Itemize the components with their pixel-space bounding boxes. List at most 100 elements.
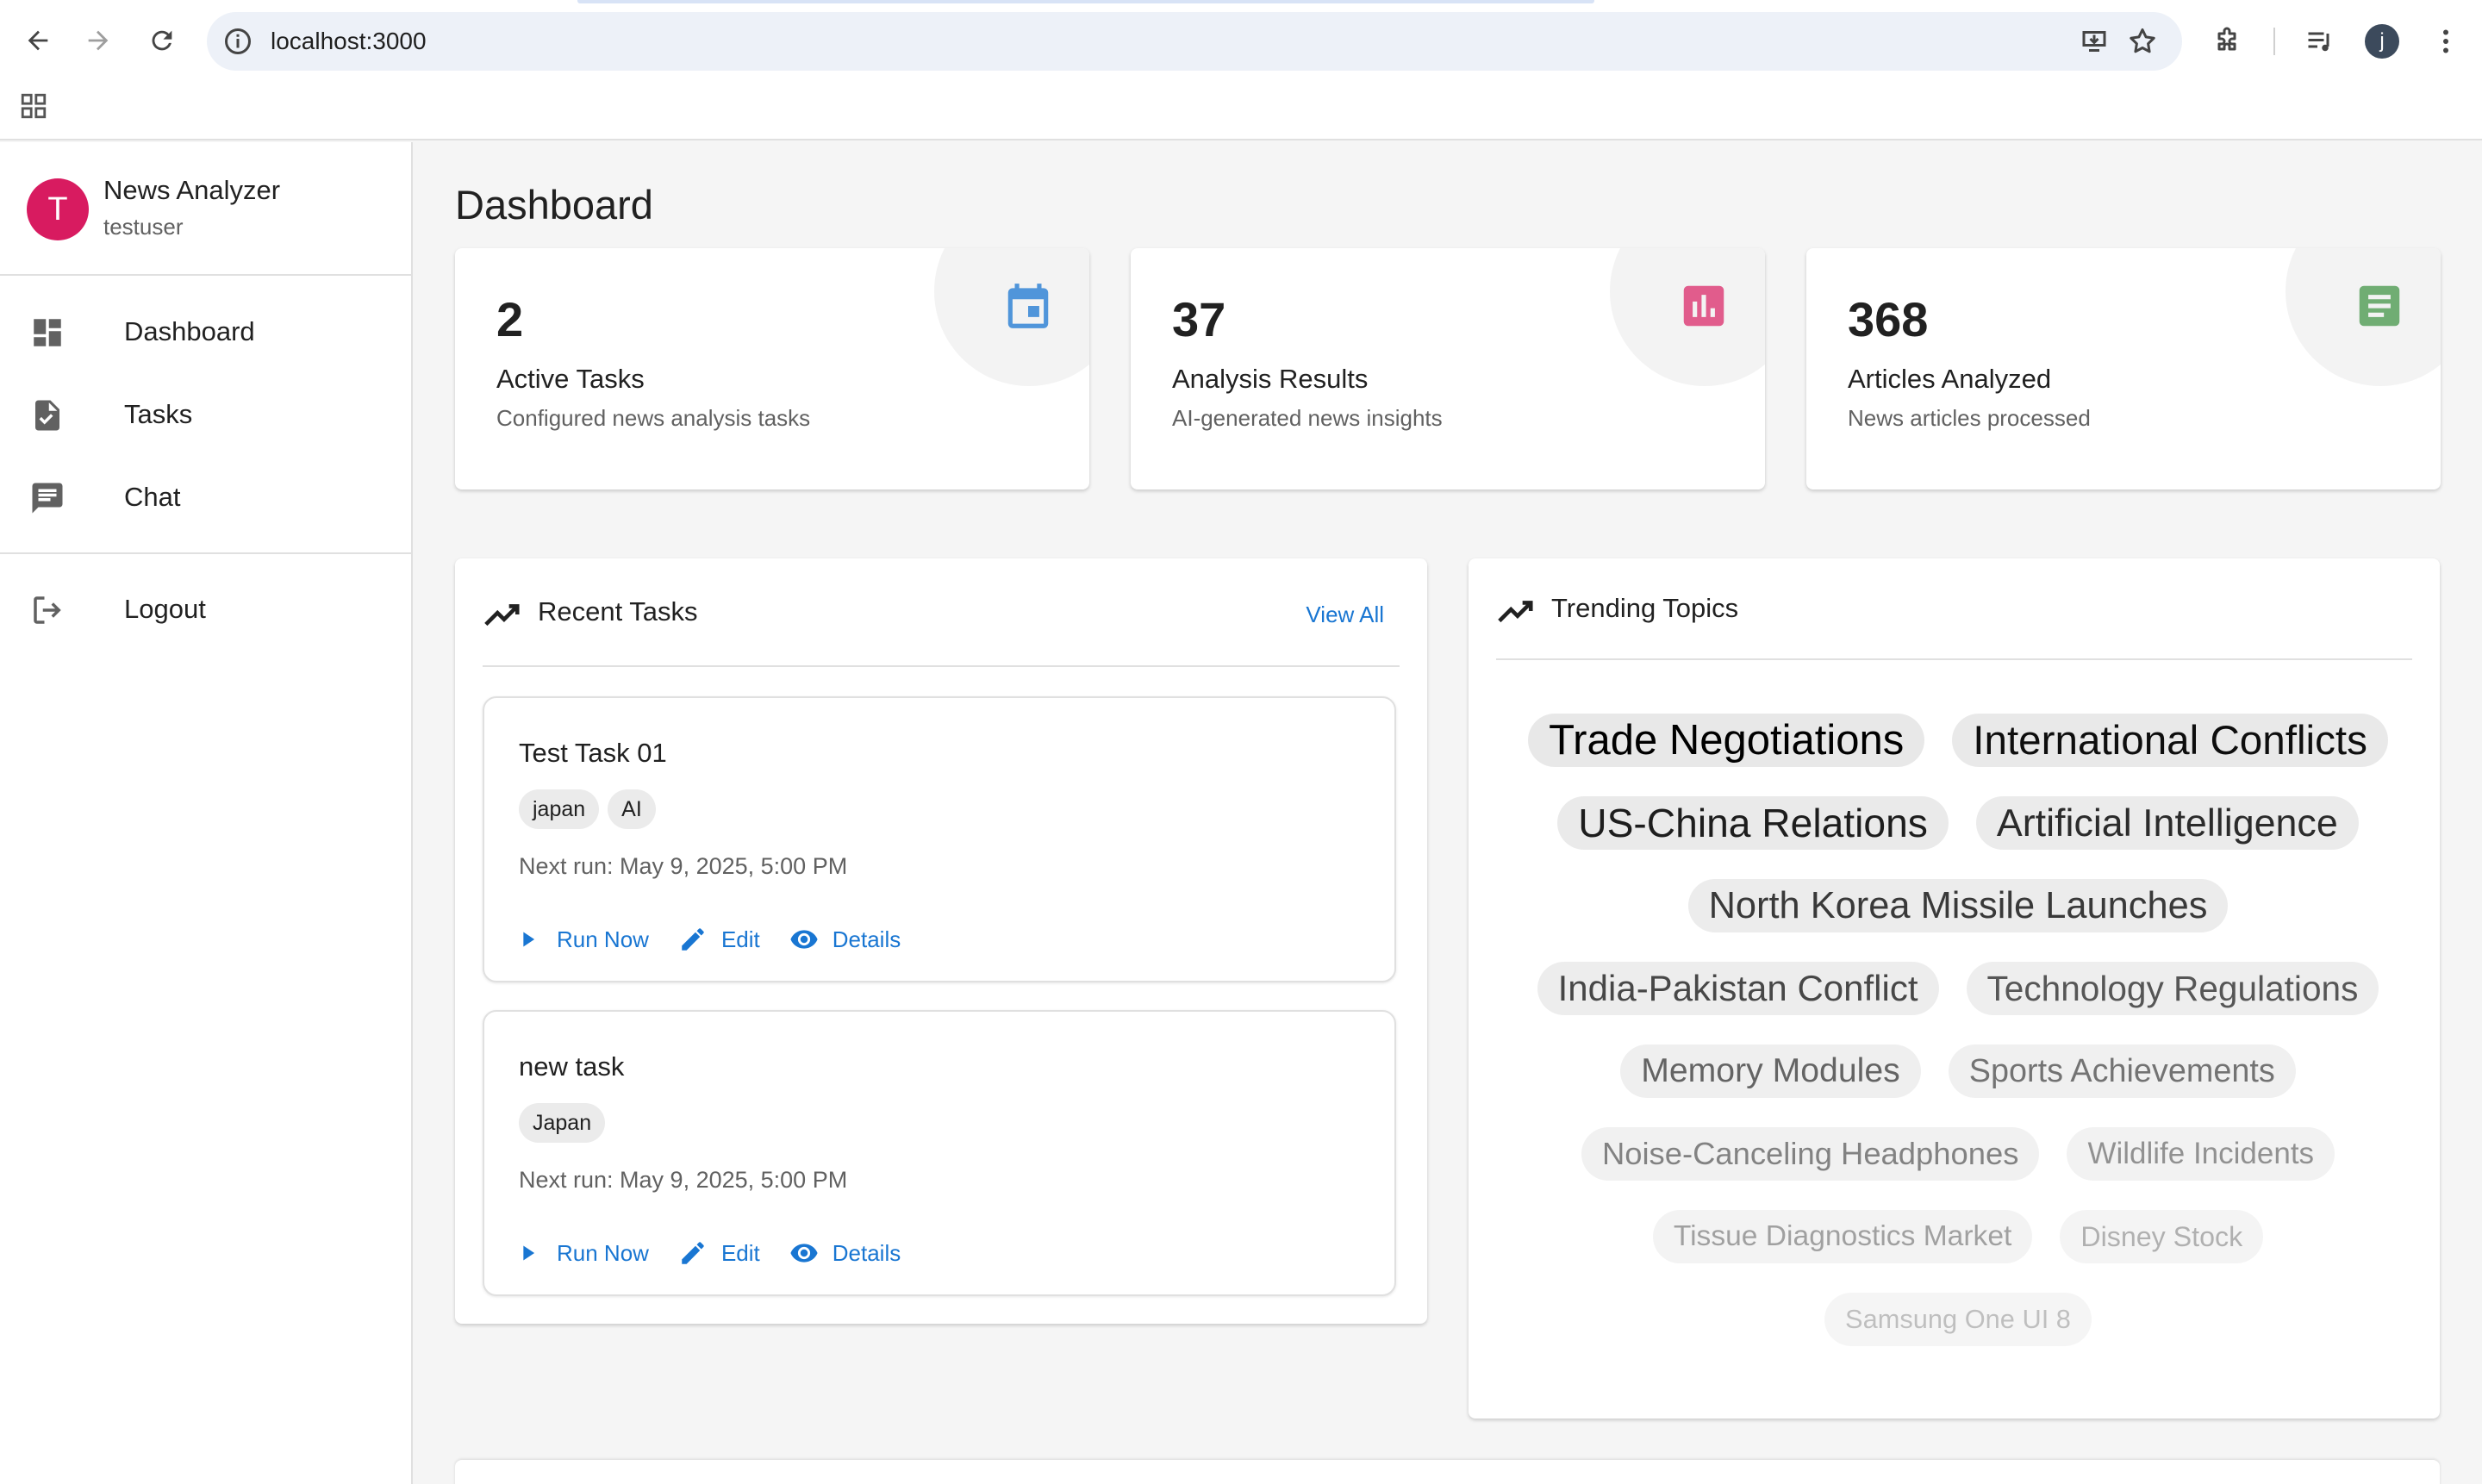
bookmark-star-icon[interactable]: [2127, 26, 2158, 57]
sidebar-item-label: Dashboard: [124, 316, 255, 346]
eye-icon: [790, 1244, 818, 1263]
site-info-icon[interactable]: [222, 26, 253, 57]
apps-grid-icon[interactable]: [19, 91, 48, 121]
app-name: News Analyzer: [103, 175, 281, 205]
bottom-panel: [455, 1460, 2440, 1484]
task-card: new task Japan Next run: May 9, 2025, 5:…: [483, 1010, 1396, 1296]
task-tags: japan AI: [519, 789, 656, 829]
topic-chip[interactable]: Sports Achievements: [1948, 1044, 2296, 1098]
toolbar-divider: [2273, 28, 2275, 55]
topic-chip[interactable]: Wildlife Incidents: [2067, 1127, 2335, 1181]
topic-cloud: Trade Negotiations International Conflict…: [1510, 714, 2406, 1346]
bar-chart-icon: [1683, 285, 1724, 327]
task-actions: Run Now Edit Details: [503, 1234, 920, 1272]
task-icon: [35, 400, 59, 431]
back-button[interactable]: [14, 16, 62, 65]
panel-divider: [1496, 658, 2412, 660]
details-label: Details: [832, 1239, 901, 1266]
calendar-icon: [1007, 284, 1049, 328]
active-tab-indicator: [577, 0, 1594, 3]
reload-button[interactable]: [138, 16, 186, 65]
run-now-label: Run Now: [557, 1239, 649, 1266]
arrow-back-icon: [28, 30, 48, 51]
details-button[interactable]: Details: [779, 920, 914, 958]
username: testuser: [103, 214, 184, 240]
topic-chip[interactable]: Artificial Intelligence: [1975, 796, 2359, 850]
tag-chip: japan: [519, 789, 600, 829]
topic-chip[interactable]: North Korea Missile Launches: [1687, 879, 2229, 932]
next-run-text: Next run: May 9, 2025, 5:00 PM: [519, 853, 848, 879]
install-app-icon[interactable]: [2079, 26, 2110, 57]
run-now-button[interactable]: Run Now: [503, 1234, 663, 1272]
stat-card-active-tasks: 2 Active Tasks Configured news analysis …: [455, 248, 1089, 489]
sidebar-item-label: Tasks: [124, 399, 193, 429]
page-title: Dashboard: [455, 182, 653, 228]
stat-label: Articles Analyzed: [1848, 364, 2052, 394]
stat-description: AI-generated news insights: [1172, 405, 1443, 431]
pencil-icon: [682, 1242, 704, 1264]
edit-button[interactable]: Edit: [668, 1234, 774, 1272]
stat-value: 2: [496, 292, 524, 346]
sidebar-item-label: Logout: [124, 594, 206, 624]
sidebar-item-tasks[interactable]: Tasks: [0, 373, 411, 456]
play-icon: [523, 932, 535, 947]
edit-label: Edit: [720, 926, 760, 952]
details-label: Details: [832, 926, 901, 952]
task-tags: Japan: [519, 1103, 606, 1143]
play-icon: [523, 1245, 535, 1261]
topic-chip[interactable]: Memory Modules: [1620, 1044, 1921, 1098]
reload-icon: [152, 30, 172, 51]
article-icon: [2359, 285, 2400, 327]
forward-button[interactable]: [74, 16, 122, 65]
brand-header: T News Analyzer testuser: [0, 142, 411, 276]
edit-button[interactable]: Edit: [668, 920, 774, 958]
eye-icon: [790, 930, 818, 949]
topic-chip[interactable]: India-Pakistan Conflict: [1537, 962, 1939, 1015]
dashboard-icon: [34, 319, 61, 346]
url-text[interactable]: localhost:3000: [271, 28, 427, 55]
run-now-label: Run Now: [557, 926, 649, 952]
view-all-link[interactable]: View All: [1306, 602, 1384, 628]
trending-up-icon: [1498, 601, 1533, 623]
topic-chip[interactable]: Trade Negotiations: [1528, 714, 1925, 767]
task-name: Test Task 01: [519, 738, 667, 768]
trending-topics-panel: Trending Topics Trade Negotiations Intern…: [1469, 558, 2440, 1419]
stat-card-analysis-results: 37 Analysis Results AI-generated news in…: [1131, 248, 1765, 489]
task-name: new task: [519, 1051, 625, 1082]
stat-label: Analysis Results: [1172, 364, 1369, 394]
run-now-button[interactable]: Run Now: [503, 920, 663, 958]
browser-toolbar: localhost:3000 j: [0, 0, 2482, 140]
task-card: Test Task 01 japan AI Next run: May 9, 2…: [483, 696, 1396, 982]
logout-icon: [34, 596, 61, 624]
tag-chip: Japan: [519, 1103, 606, 1143]
topic-chip[interactable]: Tissue Diagnostics Market: [1652, 1210, 2033, 1263]
panel-divider: [483, 665, 1400, 667]
chat-icon: [32, 483, 63, 514]
sidebar-item-dashboard[interactable]: Dashboard: [0, 290, 411, 373]
stat-value: 37: [1172, 292, 1226, 346]
panel-title: Recent Tasks: [538, 596, 698, 627]
sidebar-item-label: Chat: [124, 482, 181, 512]
extensions-icon[interactable]: [2211, 26, 2242, 57]
topic-chip[interactable]: Noise-Canceling Headphones: [1581, 1127, 2040, 1181]
panel-title: Trending Topics: [1551, 593, 1739, 623]
media-controls-icon[interactable]: [2304, 26, 2335, 57]
topic-chip[interactable]: Technology Regulations: [1966, 962, 2379, 1015]
sidebar-item-chat[interactable]: Chat: [0, 456, 411, 539]
address-bar[interactable]: localhost:3000: [207, 12, 2182, 71]
sidebar: T News Analyzer testuser Dashboard Tasks…: [0, 142, 413, 1484]
topic-chip[interactable]: Samsung One UI 8: [1824, 1293, 2092, 1346]
recent-tasks-panel: Recent Tasks View All Test Task 01 japan…: [455, 558, 1427, 1324]
profile-avatar[interactable]: j: [2365, 24, 2399, 59]
topic-chip[interactable]: Disney Stock: [2060, 1210, 2264, 1263]
stat-description: News articles processed: [1848, 405, 2091, 431]
task-actions: Run Now Edit Details: [503, 920, 920, 958]
topic-chip[interactable]: US-China Relations: [1557, 796, 1949, 850]
next-run-text: Next run: May 9, 2025, 5:00 PM: [519, 1167, 848, 1193]
stat-card-articles-analyzed: 368 Articles Analyzed News articles proc…: [1806, 248, 2441, 489]
details-button[interactable]: Details: [779, 1234, 914, 1272]
topic-chip[interactable]: International Conflicts: [1952, 714, 2388, 767]
sidebar-item-logout[interactable]: Logout: [0, 568, 411, 651]
more-menu-icon[interactable]: [2430, 26, 2461, 57]
tag-chip: AI: [608, 789, 656, 829]
